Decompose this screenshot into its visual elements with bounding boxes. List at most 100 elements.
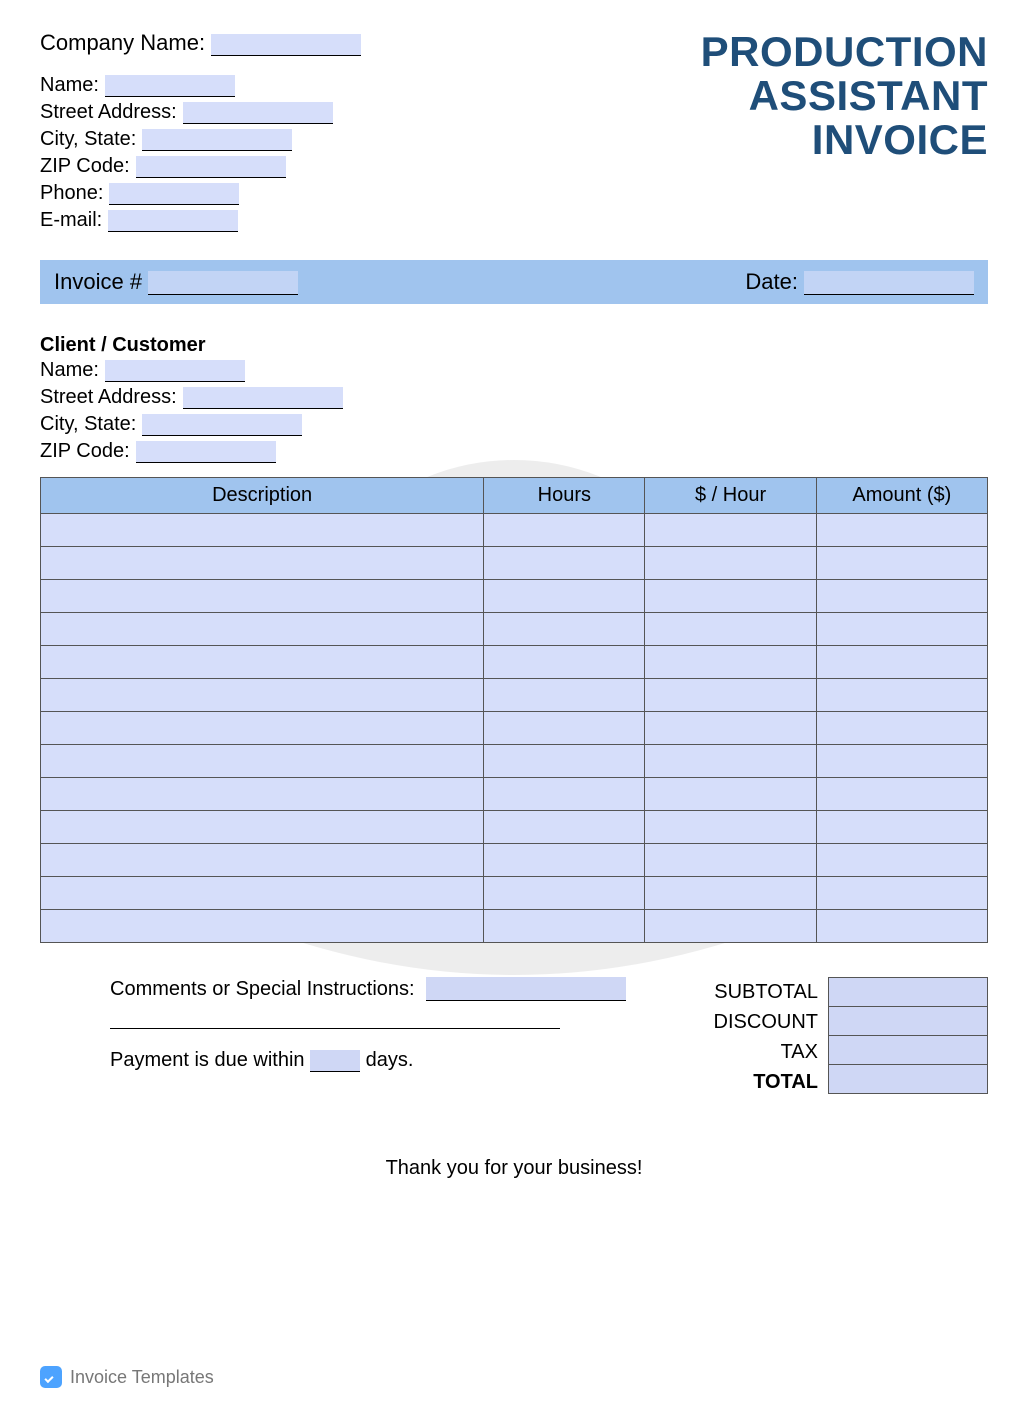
cell-amount[interactable] xyxy=(816,712,987,745)
cell-amount[interactable] xyxy=(816,547,987,580)
subtotal-field[interactable] xyxy=(828,977,988,1007)
cell-desc[interactable] xyxy=(41,679,484,712)
table-row xyxy=(41,745,988,778)
invoice-number-field[interactable] xyxy=(148,271,298,295)
cell-rate[interactable] xyxy=(645,844,816,877)
date-field[interactable] xyxy=(804,271,974,295)
cell-hours[interactable] xyxy=(484,613,645,646)
cell-hours[interactable] xyxy=(484,910,645,943)
city-state-field[interactable] xyxy=(142,129,292,151)
name-field[interactable] xyxy=(105,75,235,97)
header: Company Name: Name: Street Address: City… xyxy=(40,30,988,236)
tax-label: TAX xyxy=(688,1037,818,1067)
cell-rate[interactable] xyxy=(645,712,816,745)
client-heading: Client / Customer xyxy=(40,334,988,357)
client-block: Name: Street Address: City, State: ZIP C… xyxy=(40,359,988,463)
cell-rate[interactable] xyxy=(645,613,816,646)
cell-rate[interactable] xyxy=(645,778,816,811)
email-field[interactable] xyxy=(108,210,238,232)
cell-desc[interactable] xyxy=(41,745,484,778)
cell-desc[interactable] xyxy=(41,580,484,613)
cell-amount[interactable] xyxy=(816,910,987,943)
cell-amount[interactable] xyxy=(816,811,987,844)
street-field[interactable] xyxy=(183,102,333,124)
cell-rate[interactable] xyxy=(645,547,816,580)
cell-desc[interactable] xyxy=(41,712,484,745)
cell-desc[interactable] xyxy=(41,844,484,877)
cell-amount[interactable] xyxy=(816,613,987,646)
cell-amount[interactable] xyxy=(816,679,987,712)
email-label: E-mail: xyxy=(40,209,102,232)
cell-rate[interactable] xyxy=(645,679,816,712)
title-line-1: PRODUCTION xyxy=(701,30,988,74)
cell-amount[interactable] xyxy=(816,745,987,778)
comments-field-1[interactable] xyxy=(426,977,626,1001)
phone-label: Phone: xyxy=(40,182,103,205)
document-title: PRODUCTION ASSISTANT INVOICE xyxy=(701,30,988,162)
cell-amount[interactable] xyxy=(816,514,987,547)
cell-rate[interactable] xyxy=(645,811,816,844)
date-label: Date: xyxy=(745,269,798,295)
cell-amount[interactable] xyxy=(816,778,987,811)
table-row xyxy=(41,646,988,679)
cell-rate[interactable] xyxy=(645,646,816,679)
cell-rate[interactable] xyxy=(645,910,816,943)
table-row xyxy=(41,580,988,613)
payment-days-field[interactable] xyxy=(310,1050,360,1072)
cell-desc[interactable] xyxy=(41,547,484,580)
table-row xyxy=(41,514,988,547)
city-state-label: City, State: xyxy=(40,128,136,151)
cell-hours[interactable] xyxy=(484,646,645,679)
cell-hours[interactable] xyxy=(484,712,645,745)
cell-hours[interactable] xyxy=(484,877,645,910)
cell-desc[interactable] xyxy=(41,613,484,646)
client-name-field[interactable] xyxy=(105,360,245,382)
col-header-rate: $ / Hour xyxy=(645,478,816,514)
cell-hours[interactable] xyxy=(484,580,645,613)
cell-rate[interactable] xyxy=(645,580,816,613)
tax-field[interactable] xyxy=(828,1035,988,1065)
table-row xyxy=(41,877,988,910)
cell-hours[interactable] xyxy=(484,811,645,844)
client-street-label: Street Address: xyxy=(40,386,177,409)
payment-prefix: Payment is due within xyxy=(110,1049,310,1071)
subtotal-label: SUBTOTAL xyxy=(688,977,818,1007)
cell-hours[interactable] xyxy=(484,514,645,547)
bottom-section: Comments or Special Instructions: Paymen… xyxy=(40,977,988,1097)
cell-hours[interactable] xyxy=(484,745,645,778)
cell-desc[interactable] xyxy=(41,877,484,910)
col-header-hours: Hours xyxy=(484,478,645,514)
company-name-field[interactable] xyxy=(211,34,361,56)
cell-amount[interactable] xyxy=(816,580,987,613)
client-street-field[interactable] xyxy=(183,387,343,409)
cell-rate[interactable] xyxy=(645,745,816,778)
cell-desc[interactable] xyxy=(41,646,484,679)
cell-desc[interactable] xyxy=(41,778,484,811)
table-row xyxy=(41,613,988,646)
col-header-description: Description xyxy=(41,478,484,514)
table-row xyxy=(41,547,988,580)
cell-hours[interactable] xyxy=(484,844,645,877)
cell-amount[interactable] xyxy=(816,844,987,877)
zip-field[interactable] xyxy=(136,156,286,178)
total-field[interactable] xyxy=(828,1064,988,1094)
cell-rate[interactable] xyxy=(645,514,816,547)
phone-field[interactable] xyxy=(109,183,239,205)
total-label: TOTAL xyxy=(688,1067,818,1097)
cell-hours[interactable] xyxy=(484,778,645,811)
street-label: Street Address: xyxy=(40,101,177,124)
discount-field[interactable] xyxy=(828,1006,988,1036)
cell-hours[interactable] xyxy=(484,547,645,580)
cell-amount[interactable] xyxy=(816,646,987,679)
comments-field-2[interactable] xyxy=(110,1005,560,1029)
cell-desc[interactable] xyxy=(41,811,484,844)
client-zip-field[interactable] xyxy=(136,441,276,463)
comments-block: Comments or Special Instructions: Paymen… xyxy=(40,977,688,1097)
table-row xyxy=(41,811,988,844)
client-city-state-field[interactable] xyxy=(142,414,302,436)
cell-desc[interactable] xyxy=(41,910,484,943)
cell-amount[interactable] xyxy=(816,877,987,910)
cell-desc[interactable] xyxy=(41,514,484,547)
cell-hours[interactable] xyxy=(484,679,645,712)
cell-rate[interactable] xyxy=(645,877,816,910)
